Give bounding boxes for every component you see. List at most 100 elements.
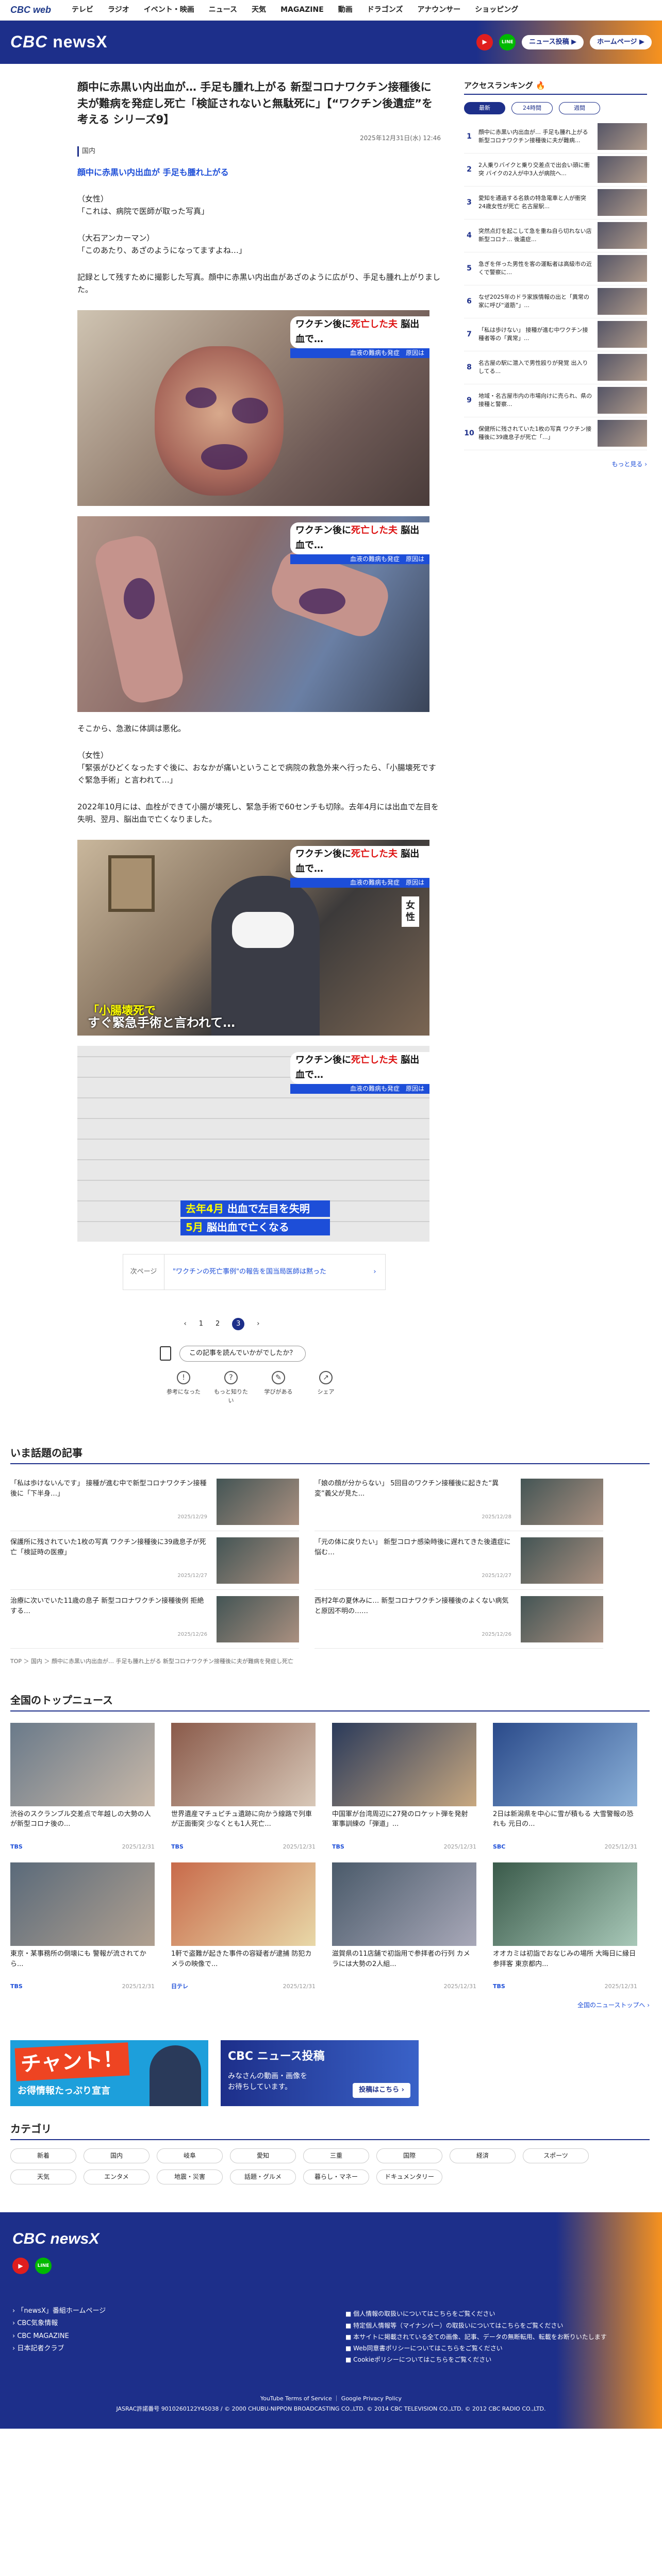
ranking-item[interactable]: 6 なぜ2025年のドラ家族情報の出と「異常の家に呼び“道筋”」... [464, 285, 647, 318]
rank-title: 名古屋の駅に潜入で男性殴りが発覚 出入りしてる... [478, 360, 588, 375]
pager-prev[interactable]: ‹ [184, 1319, 187, 1330]
article-subheading: 顔中に赤黒い内出血が 手足も腫れ上がる [77, 167, 229, 178]
category-chip[interactable]: 話題・グルメ [230, 2170, 296, 2185]
reaction-button[interactable]: ↗ シェア [307, 1370, 344, 1405]
ranking-item[interactable]: 3 愛知を通過する名鉄の特急電車と人が衝突 24歳女性が死亡 名古屋駅... [464, 187, 647, 219]
ranking-more-link[interactable]: もっと見る › [464, 460, 647, 469]
news-post-button[interactable]: ニュース投稿 ▶ [522, 35, 584, 50]
policy-link[interactable]: ■ 特定個人情報等（マイナンバー）の取扱いについてはこちらをご覧ください [345, 2320, 607, 2331]
category-chip[interactable]: 新着 [10, 2148, 76, 2164]
news-card[interactable]: 渋谷のスクランブル交差点で年越しの大勢の人が新型コロナ後の... TBS 2025/… [10, 1722, 155, 1852]
article-category[interactable]: 国内 [77, 146, 441, 157]
youtube-icon[interactable]: ▶ [476, 34, 493, 50]
ranking-item[interactable]: 5 急ぎを伴った男性を客の運転者は高級市の近くで警察に... [464, 252, 647, 285]
ranking-item[interactable]: 9 地域・名古屋市内の市場向けに売られ、県の接種と警察... [464, 384, 647, 417]
top-nav-item[interactable]: ドラゴンズ [367, 4, 403, 15]
trending-item[interactable]: 「元の体に戻りたい」 新型コロナ感染時後に遅れてきた後遺症に悩む… 2025/12… [315, 1531, 603, 1590]
news-card[interactable]: 中国軍が台湾周辺に27発のロケット弾を発射 軍事訓練の「弾道」... TBS 202… [332, 1722, 476, 1852]
news-date: 2025/12/31 [283, 1843, 316, 1850]
chant-banner[interactable]: チャント！ お得情報たっぷり宣言 [10, 2040, 208, 2107]
national-more-link[interactable]: 全国のニューストップへ › [10, 2001, 650, 2010]
category-chip[interactable]: 国際 [376, 2148, 442, 2164]
pager-page-2[interactable]: 2 [216, 1319, 220, 1330]
policy-link[interactable]: ■ Cookieポリシーについてはこちらをご覧ください [345, 2354, 607, 2365]
tag-text: ワクチン後に [295, 319, 351, 330]
tab-24h[interactable]: 24時間 [511, 102, 553, 114]
news-card[interactable]: 1軒で盗難が起きた事件の容疑者が逮捕 防犯カメラの映像で... 日テレ 2025/1… [171, 1862, 316, 1991]
site-logo[interactable]: CBC newsX [10, 29, 108, 55]
category-chip[interactable]: 国内 [84, 2148, 150, 2164]
text-line: （大石アンカーマン） [77, 233, 155, 243]
tab-latest[interactable]: 最新 [464, 102, 505, 114]
policy-link[interactable]: ■ Web同意書ポリシーについてはこちらをご覧ください [345, 2343, 607, 2354]
news-thumbnail [10, 1722, 155, 1806]
category-chip[interactable]: 経済 [450, 2148, 516, 2164]
footer-links: › 「newsX」番組ホームページ › CBC気象情報 › CBC MAGAZINE… [12, 2305, 106, 2354]
pager-page-1[interactable]: 1 [199, 1319, 203, 1330]
footer-link[interactable]: › 日本記者クラブ [12, 2343, 106, 2355]
line-icon[interactable]: LINE [35, 2258, 52, 2275]
top-nav-item[interactable]: ショッピング [475, 4, 518, 15]
caption-box: 去年4月 出血で左目を失明 5月 脳出血で亡くなる [180, 1198, 330, 1236]
text-line: 記録として残すために撮影した写真。顔中に赤黒い内出血があざのように広がり、手足も… [77, 273, 440, 295]
tag-subtext: 血液の難病も発症 原因は [290, 554, 429, 564]
footer-link[interactable]: › CBC MAGAZINE [12, 2330, 106, 2343]
ranking-item[interactable]: 10 保健所に残されていた1枚の写真 ワクチン接種後に39歳息子が死亡「...」 [464, 417, 647, 450]
reaction-button[interactable]: ✎ 学びがある [260, 1370, 297, 1405]
news-card[interactable]: 東京・某事務所の倒壊にも 警報が流されてから... TBS 2025/12/31 [10, 1862, 155, 1991]
news-post-banner[interactable]: CBC ニュース投稿 みなさんの動画・画像を お待ちしています。 投稿はこちら … [221, 2040, 419, 2107]
top-nav-item[interactable]: 動画 [338, 4, 353, 15]
line-icon[interactable]: LINE [499, 34, 516, 50]
ranking-item[interactable]: 8 名古屋の駅に潜入で男性殴りが発覚 出入りしてる... [464, 351, 647, 384]
footer-logo[interactable]: CBC newsX [12, 2227, 650, 2251]
category-chip[interactable]: 地震・災害 [157, 2170, 223, 2185]
category-chip[interactable]: 暮らし・マネー [303, 2170, 369, 2185]
rank-number: 9 [467, 396, 472, 404]
top-nav-item[interactable]: テレビ [72, 4, 93, 15]
next-page-link[interactable]: 次ページ "ワクチンの死亡事例"の報告を国当局医師は黙った › [123, 1254, 386, 1291]
news-title: オオカミは初詣でおなじみの場所 大晦日に縁日参拝客 東京都内... [493, 1950, 636, 1968]
trending-item[interactable]: 保護所に残されていた1枚の写真 ワクチン接種後に39歳息子が死亡「検証時の医療」… [10, 1531, 299, 1590]
category-chip[interactable]: スポーツ [523, 2148, 589, 2164]
trending-item[interactable]: 「娘の顔が分からない」 5回目のワクチン接種後に起きた“異変”義父が見た... 2… [315, 1472, 603, 1532]
cbc-web-logo[interactable]: CBC web [10, 3, 51, 18]
news-card[interactable]: オオカミは初詣でおなじみの場所 大晦日に縁日参拝客 東京都内... TBS 2025… [493, 1862, 637, 1991]
ranking-item[interactable]: 4 突然点灯を起こして急を重ね自ら切れない店 新型コロナ... 後遺症... [464, 219, 647, 252]
policy-link[interactable]: ■ 本サイトに掲載されている全ての画像、記事、データの無断転用、転載をお断りいた… [345, 2331, 607, 2343]
news-date: 2025/12/31 [122, 1843, 155, 1850]
footer-link[interactable]: › CBC気象情報 [12, 2317, 106, 2330]
category-chip[interactable]: 三重 [303, 2148, 369, 2164]
news-card[interactable]: 2日は新潟県を中心に雪が積もる 大雪警報の恐れも 元日の... SBC 2025/1… [493, 1722, 637, 1852]
news-post-banner-button[interactable]: 投稿はこちら › [353, 2083, 410, 2098]
news-source: TBS [10, 1843, 23, 1850]
news-card[interactable]: 世界遺産マチュピチュ遺跡に向かう線路で列車が正面衝突 少なくとも1人死亡... T… [171, 1722, 316, 1852]
category-chip[interactable]: 岐阜 [157, 2148, 223, 2164]
policy-link[interactable]: ■ 個人情報の取扱いについてはこちらをご覧ください [345, 2308, 607, 2319]
pager-page-3[interactable]: 3 [232, 1318, 245, 1331]
category-chip[interactable]: 愛知 [230, 2148, 296, 2164]
ranking-item[interactable]: 1 顔中に赤黒い内出血が… 手足も腫れ上がる 新型コロナワクチン接種後に夫が難病.… [464, 121, 647, 154]
terms-links[interactable]: YouTube Terms of Service ｜ Google Privac… [0, 2394, 662, 2404]
tab-weekly[interactable]: 週間 [559, 102, 600, 114]
news-card[interactable]: 滋賀県の11店舗で初詣用で参拝者の行列 カメラには大勢の2人組... 2025/1… [332, 1862, 476, 1991]
top-nav-item[interactable]: アナウンサー [418, 4, 461, 15]
trending-item[interactable]: 「私は歩けないんです」 接種が進む中で新型コロナワクチン接種後に「下半身…」 20… [10, 1472, 299, 1532]
top-nav-item[interactable]: 天気 [252, 4, 266, 15]
top-nav-item[interactable]: MAGAZINE [280, 4, 324, 15]
category-chip[interactable]: 天気 [10, 2170, 76, 2185]
top-nav-item[interactable]: ラジオ [108, 4, 129, 15]
ranking-item[interactable]: 2 2人乗りバイクと乗り交差点で出会い頭に衝突 バイクの2人が中3人が病院へ... [464, 154, 647, 187]
youtube-icon[interactable]: ▶ [12, 2258, 29, 2275]
top-nav-item[interactable]: イベント・映画 [144, 4, 194, 15]
category-chip[interactable]: ドキュメンタリー [376, 2170, 442, 2185]
homepage-button[interactable]: ホームページ ▶ [590, 35, 652, 50]
reaction-button[interactable]: ? もっと知りたい [212, 1370, 250, 1405]
category-chip[interactable]: エンタメ [84, 2170, 150, 2185]
top-nav-item[interactable]: ニュース [209, 4, 237, 15]
trending-item[interactable]: 治療に次いでいた11歳の息子 新型コロナワクチン接種後例 拒絶する… 2025/1… [10, 1590, 299, 1649]
ranking-item[interactable]: 7 「私は歩けない」 接種が進む中ワクチン接種者等の「異常」... [464, 318, 647, 351]
reaction-button[interactable]: ! 参考になった [165, 1370, 202, 1405]
pager-next[interactable]: › [257, 1319, 259, 1330]
footer-link[interactable]: › 「newsX」番組ホームページ [12, 2305, 106, 2317]
trending-item[interactable]: 西村2年の夏休みに… 新型コロナワクチン接種後のよくない病気と原因不明の…… 20… [315, 1590, 603, 1649]
